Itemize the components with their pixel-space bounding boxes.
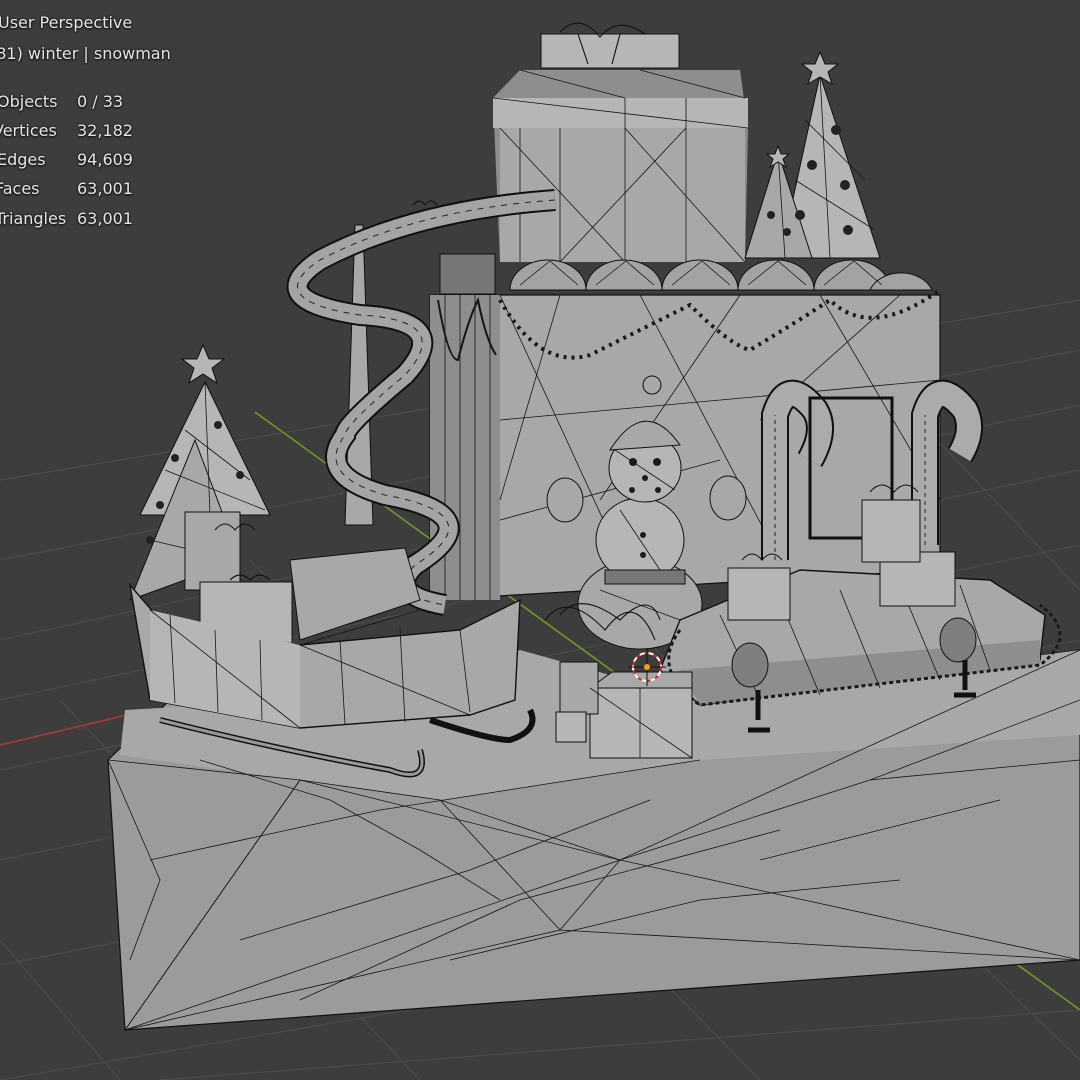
3d-viewport[interactable]: User Perspective (81) winter | snowman O… xyxy=(0,0,1080,1080)
x-axis-line xyxy=(0,711,141,746)
tall-gift-box-mesh[interactable] xyxy=(492,22,749,263)
back-christmas-tree-mesh[interactable] xyxy=(744,50,881,259)
viewport-scene[interactable] xyxy=(0,0,1080,1080)
candy-cane-right-mesh[interactable] xyxy=(911,379,983,545)
